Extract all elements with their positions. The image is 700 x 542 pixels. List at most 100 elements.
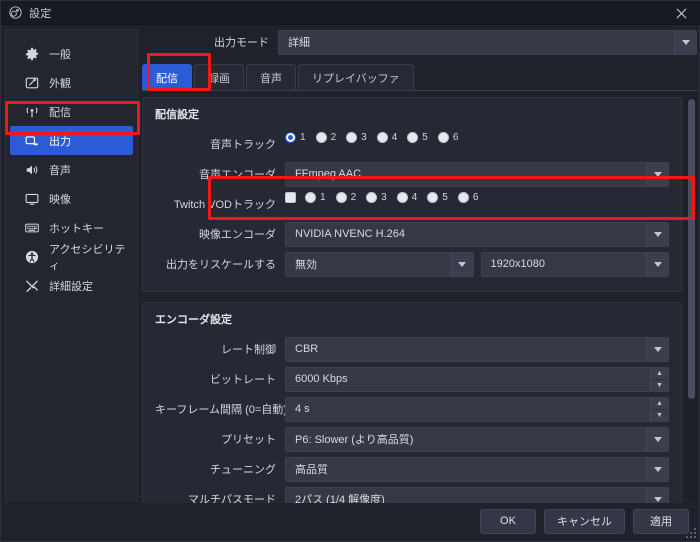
radio-label: 6 [452,131,459,143]
cancel-button[interactable]: キャンセル [544,508,625,534]
keyframe-interval-label: キーフレーム間隔 (0=自動) [155,404,287,416]
radio-dot [407,131,419,143]
stepper-up-icon[interactable]: ▲ [651,398,668,410]
title-bar: 設定 [1,1,700,25]
output-icon [24,133,40,149]
ok-button[interactable]: OK [480,508,536,534]
preset-label: プリセット [221,434,276,446]
twitch-vod-radio-6[interactable]: 6 [457,191,479,203]
audio-track-radio-5[interactable]: 5 [407,131,428,143]
sidebar-item-audio[interactable]: 音声 [10,155,133,184]
twitch-vod-radio-2[interactable]: 2 [335,191,356,203]
tab-recording[interactable]: 録画 [194,64,244,90]
bitrate-input[interactable]: 6000 Kbps ▲ ▼ [285,366,669,392]
audio-track-radio-3[interactable]: 3 [346,131,367,143]
audio-encoder-row: 音声エンコーダ FFmpeg AAC [155,161,669,187]
chevron-down-icon[interactable] [646,457,668,481]
stream-settings-group: 配信設定 音声トラック 1 2 3 4 5 6 音声エンコーダ FFmpeg A… [142,97,682,292]
twitch-vod-radio-1[interactable]: 1 [305,191,326,203]
tab-stream[interactable]: 配信 [142,64,192,90]
radio-label: 2 [330,131,337,143]
close-icon[interactable] [661,1,700,25]
sidebar-item-stream[interactable]: 配信 [10,97,133,126]
tab-audio[interactable]: 音声 [246,64,296,90]
stepper-down-icon[interactable]: ▼ [651,380,668,391]
dialog-footer: OK キャンセル 適用 [1,501,700,541]
twitch-vod-radio-5[interactable]: 5 [427,191,448,203]
chevron-down-icon[interactable] [646,162,668,186]
gear-icon [24,46,40,62]
radio-dot [437,131,449,143]
radio-dot [427,191,439,203]
audio-track-radio-2[interactable]: 2 [315,131,337,143]
rescale-mode-select[interactable]: 無効 [285,251,474,277]
sidebar-item-label: アクセシビリティ [49,243,126,272]
chevron-down-icon[interactable] [450,252,473,276]
audio-track-radio-4[interactable]: 4 [376,131,398,143]
output-mode-label: 出力モード [214,37,269,49]
tab-label: 音声 [260,72,282,85]
output-mode-select[interactable]: 詳細 [278,29,697,55]
preset-select[interactable]: P6: Slower (より高品質) [285,426,669,452]
encoder-settings-title: エンコーダ設定 [155,314,232,326]
sidebar-item-advanced[interactable]: 詳細設定 [10,271,133,300]
tuning-row: チューニング 高品質 [155,456,669,482]
stream-settings-title: 配信設定 [155,109,199,121]
sidebar-item-label: 出力 [49,135,71,148]
radio-dot [376,131,388,143]
ok-button-label: OK [500,515,516,527]
preset-value: P6: Slower (より高品質) [295,434,414,446]
audio-track-radio-6[interactable]: 6 [437,131,459,143]
video-encoder-row: 映像エンコーダ NVIDIA NVENC H.264 [155,221,669,247]
twitch-vod-track-label: Twitch VODトラック [173,199,276,211]
keyframe-interval-stepper[interactable]: ▲ ▼ [650,397,668,421]
rescale-resolution-select[interactable]: 1920x1080 [480,251,669,277]
chevron-down-icon[interactable] [646,222,668,246]
stepper-up-icon[interactable]: ▲ [651,368,668,380]
bitrate-stepper[interactable]: ▲ ▼ [650,367,668,391]
keyframe-interval-value: 4 s [295,403,310,415]
twitch-vod-track-checkbox[interactable] [285,191,296,203]
sidebar-item-appearance[interactable]: 外観 [10,68,133,97]
chevron-down-icon[interactable] [646,427,668,451]
radio-label: 4 [391,131,398,143]
appearance-icon [24,75,40,91]
tab-replay-buffer[interactable]: リプレイバッファ [298,64,414,90]
video-encoder-select[interactable]: NVIDIA NVENC H.264 [285,221,669,247]
sidebar-item-accessibility[interactable]: アクセシビリティ [10,242,133,272]
radio-label: 5 [422,131,428,143]
video-encoder-value: NVIDIA NVENC H.264 [295,228,406,240]
twitch-vod-radio-4[interactable]: 4 [396,191,418,203]
sidebar-item-video[interactable]: 映像 [10,184,133,213]
twitch-vod-radio-3[interactable]: 3 [366,191,387,203]
audio-encoder-select[interactable]: FFmpeg AAC [285,161,669,187]
chevron-down-icon[interactable] [674,30,696,54]
chevron-down-icon[interactable] [646,337,668,361]
sidebar-item-general[interactable]: 一般 [10,39,133,68]
radio-label: 4 [411,191,418,203]
broadcast-icon [24,104,40,120]
bitrate-label: ビットレート [210,374,276,386]
cancel-button-label: キャンセル [557,516,612,528]
sidebar-item-label: 一般 [49,48,71,61]
keyframe-interval-input[interactable]: 4 s ▲ ▼ [285,396,669,422]
radio-label: 6 [472,191,479,203]
vertical-scrollbar[interactable] [686,97,697,503]
audio-track-label: 音声トラック [210,139,276,151]
scrollbar-thumb[interactable] [688,99,695,399]
keyboard-icon [24,220,40,236]
rate-control-select[interactable]: CBR [285,336,669,362]
tab-label: 録画 [208,72,230,85]
chevron-down-icon[interactable] [646,252,668,276]
sidebar-item-output[interactable]: 出力 [10,126,133,155]
stepper-down-icon[interactable]: ▼ [651,410,668,421]
radio-label: 3 [381,191,387,203]
sidebar-item-hotkeys[interactable]: ホットキー [10,213,133,242]
output-tabs: 配信 録画 音声 リプレイバッファ [142,61,697,91]
apply-button[interactable]: 適用 [633,508,689,534]
bitrate-value: 6000 Kbps [295,373,348,385]
resize-grip[interactable] [686,528,696,538]
tuning-select[interactable]: 高品質 [285,456,669,482]
audio-track-radio-1[interactable]: 1 [285,131,306,143]
rescale-resolution-value: 1920x1080 [490,258,545,270]
